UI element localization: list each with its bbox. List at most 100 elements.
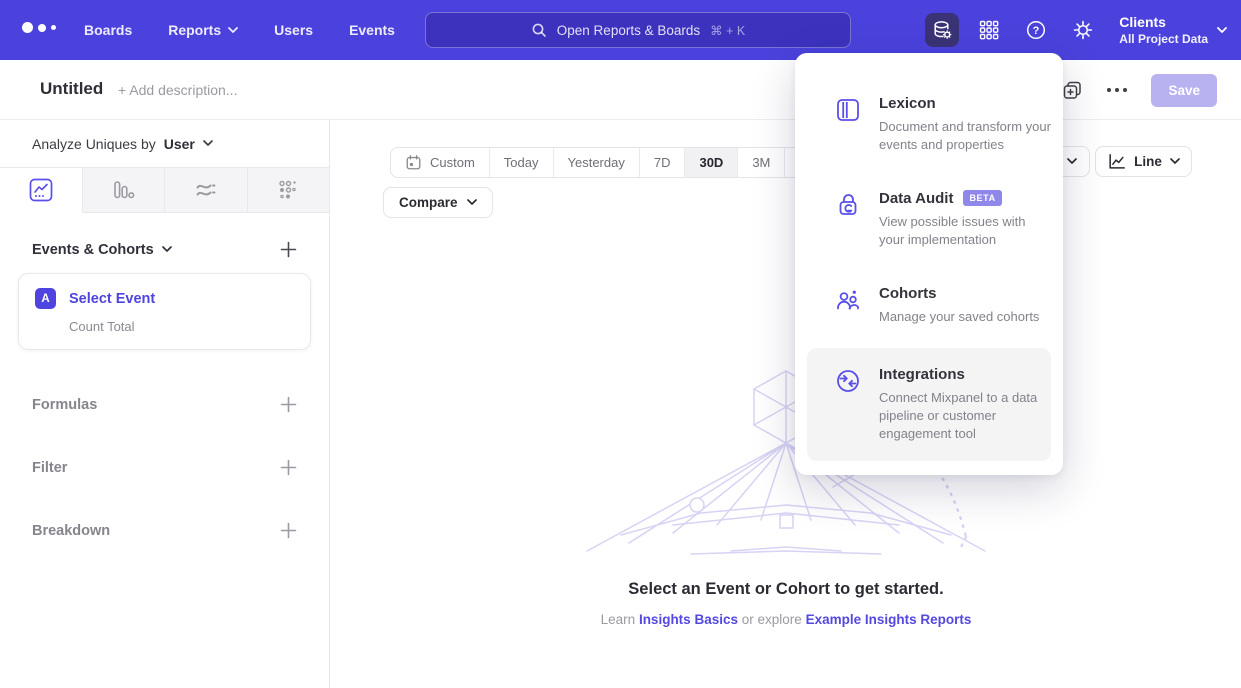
insights-basics-link[interactable]: Insights Basics — [639, 612, 738, 627]
gear-icon — [1072, 19, 1094, 41]
events-cohorts-header[interactable]: Events & Cohorts — [32, 241, 297, 258]
top-nav: Boards Reports Users Events Open Reports… — [0, 0, 1241, 60]
compare-button[interactable]: Compare — [383, 187, 493, 218]
date-range-control: Custom Today Yesterday 7D 30D 3M 6M — [390, 147, 832, 178]
search-shortcut: ⌘ + K — [710, 23, 745, 38]
date-range-label: 7D — [654, 155, 671, 170]
event-row-a[interactable]: A Select Event Count Total — [18, 273, 311, 350]
nav-right: ? Clients All Project Data — [925, 0, 1227, 60]
menu-item-title: Data Audit — [879, 190, 953, 207]
date-range-yesterday[interactable]: Yesterday — [553, 148, 639, 177]
nav-item-users[interactable]: Users — [274, 22, 313, 38]
date-range-30d[interactable]: 30D — [684, 148, 737, 177]
menu-item-data-audit[interactable]: Data Audit BETA View possible issues wit… — [795, 172, 1063, 267]
add-breakdown-button[interactable] — [280, 522, 297, 539]
chart-type-label: Line — [1134, 154, 1162, 169]
date-range-7d[interactable]: 7D — [639, 148, 685, 177]
svg-text:?: ? — [1033, 25, 1040, 37]
date-range-label: 3M — [752, 155, 770, 170]
line-chart-tab-icon — [28, 177, 54, 203]
beta-badge: BETA — [963, 190, 1001, 206]
section-label: Breakdown — [32, 523, 110, 539]
search-input[interactable]: Open Reports & Boards ⌘ + K — [425, 12, 851, 48]
empty-mid-text: or explore — [742, 612, 802, 627]
tab-metric-chart[interactable] — [248, 168, 330, 213]
report-title[interactable]: Untitled — [40, 79, 103, 99]
help-button[interactable]: ? — [1019, 13, 1053, 47]
chevron-down-icon — [1217, 27, 1227, 34]
menu-item-cohorts[interactable]: Cohorts Manage your saved cohorts — [795, 267, 1063, 344]
section-label: Formulas — [32, 397, 97, 413]
duplicate-icon[interactable] — [1062, 80, 1083, 101]
example-insights-reports-link[interactable]: Example Insights Reports — [806, 612, 972, 627]
data-management-menu: Lexicon Document and transform your even… — [795, 53, 1063, 475]
date-range-custom[interactable]: Custom — [391, 148, 489, 177]
compare-label: Compare — [399, 195, 458, 210]
save-button[interactable]: Save — [1151, 74, 1217, 107]
date-range-label: Custom — [430, 155, 475, 170]
mixpanel-logo[interactable] — [22, 22, 56, 33]
project-label: All Project Data — [1119, 32, 1208, 46]
apps-grid-button[interactable] — [972, 13, 1006, 47]
add-description-field[interactable]: + Add description... — [118, 82, 237, 98]
section-formulas: Formulas — [32, 396, 297, 413]
nav-item-boards[interactable]: Boards — [84, 22, 132, 38]
date-range-today[interactable]: Today — [489, 148, 553, 177]
nav-links: Boards Reports Users Events — [84, 0, 395, 60]
nav-item-label: Users — [274, 22, 313, 38]
plus-icon — [280, 459, 297, 476]
chevron-down-icon — [228, 27, 238, 34]
add-filter-button[interactable] — [280, 459, 297, 476]
tab-flows-chart[interactable] — [165, 168, 248, 213]
menu-item-title: Cohorts — [879, 285, 937, 302]
menu-item-description: Document and transform your events and p… — [879, 118, 1051, 154]
help-icon: ? — [1025, 19, 1047, 41]
data-audit-icon — [835, 192, 861, 218]
chart-type-tabs — [0, 167, 329, 213]
metric-tab-icon — [275, 177, 301, 203]
menu-item-title: Integrations — [879, 366, 965, 383]
empty-state: Select an Event or Cohort to get started… — [331, 580, 1241, 627]
event-aggregation-selector[interactable]: Count Total — [69, 319, 294, 334]
database-gear-icon — [931, 19, 953, 41]
event-letter-badge: A — [35, 288, 56, 309]
date-range-3m[interactable]: 3M — [737, 148, 784, 177]
report-actions: Save — [1062, 60, 1217, 120]
nav-item-label: Boards — [84, 22, 132, 38]
flows-tab-icon — [193, 177, 219, 203]
data-management-button[interactable] — [925, 13, 959, 47]
nav-item-label: Events — [349, 22, 395, 38]
tab-line-chart[interactable] — [0, 168, 83, 213]
plus-icon — [280, 522, 297, 539]
clients-label: Clients — [1119, 14, 1208, 30]
section-filter: Filter — [32, 459, 297, 476]
chevron-down-icon — [1067, 158, 1077, 165]
select-event-button[interactable]: Select Event — [69, 291, 155, 307]
lexicon-book-icon — [835, 97, 861, 123]
chart-type-button[interactable]: Line — [1095, 146, 1192, 177]
menu-item-title: Lexicon — [879, 95, 936, 112]
search-placeholder: Open Reports & Boards — [557, 23, 700, 38]
menu-item-lexicon[interactable]: Lexicon Document and transform your even… — [795, 77, 1063, 172]
bar-chart-tab-icon — [110, 177, 136, 203]
nav-item-events[interactable]: Events — [349, 22, 395, 38]
report-canvas: Custom Today Yesterday 7D 30D 3M 6M Comp… — [331, 120, 1241, 688]
query-sidebar: Analyze Uniques by User — [0, 120, 330, 688]
integrations-icon — [835, 368, 861, 394]
add-event-button[interactable] — [280, 241, 297, 258]
menu-item-description: Manage your saved cohorts — [879, 308, 1051, 326]
settings-button[interactable] — [1066, 13, 1100, 47]
nav-item-reports[interactable]: Reports — [168, 22, 238, 38]
chevron-down-icon — [203, 140, 213, 147]
empty-learn-text: Learn — [601, 612, 636, 627]
analyze-value: User — [164, 136, 195, 152]
tab-bar-chart[interactable] — [83, 168, 166, 213]
project-selector[interactable]: Clients All Project Data — [1119, 14, 1227, 46]
add-formula-button[interactable] — [280, 396, 297, 413]
empty-state-subtitle: Learn Insights Basics or explore Example… — [331, 612, 1241, 627]
chevron-down-icon — [162, 246, 172, 253]
menu-item-integrations[interactable]: Integrations Connect Mixpanel to a data … — [807, 348, 1051, 461]
more-options-button[interactable] — [1107, 88, 1127, 92]
analyze-uniques-selector[interactable]: Analyze Uniques by User — [0, 120, 329, 167]
chevron-down-icon — [467, 199, 477, 206]
